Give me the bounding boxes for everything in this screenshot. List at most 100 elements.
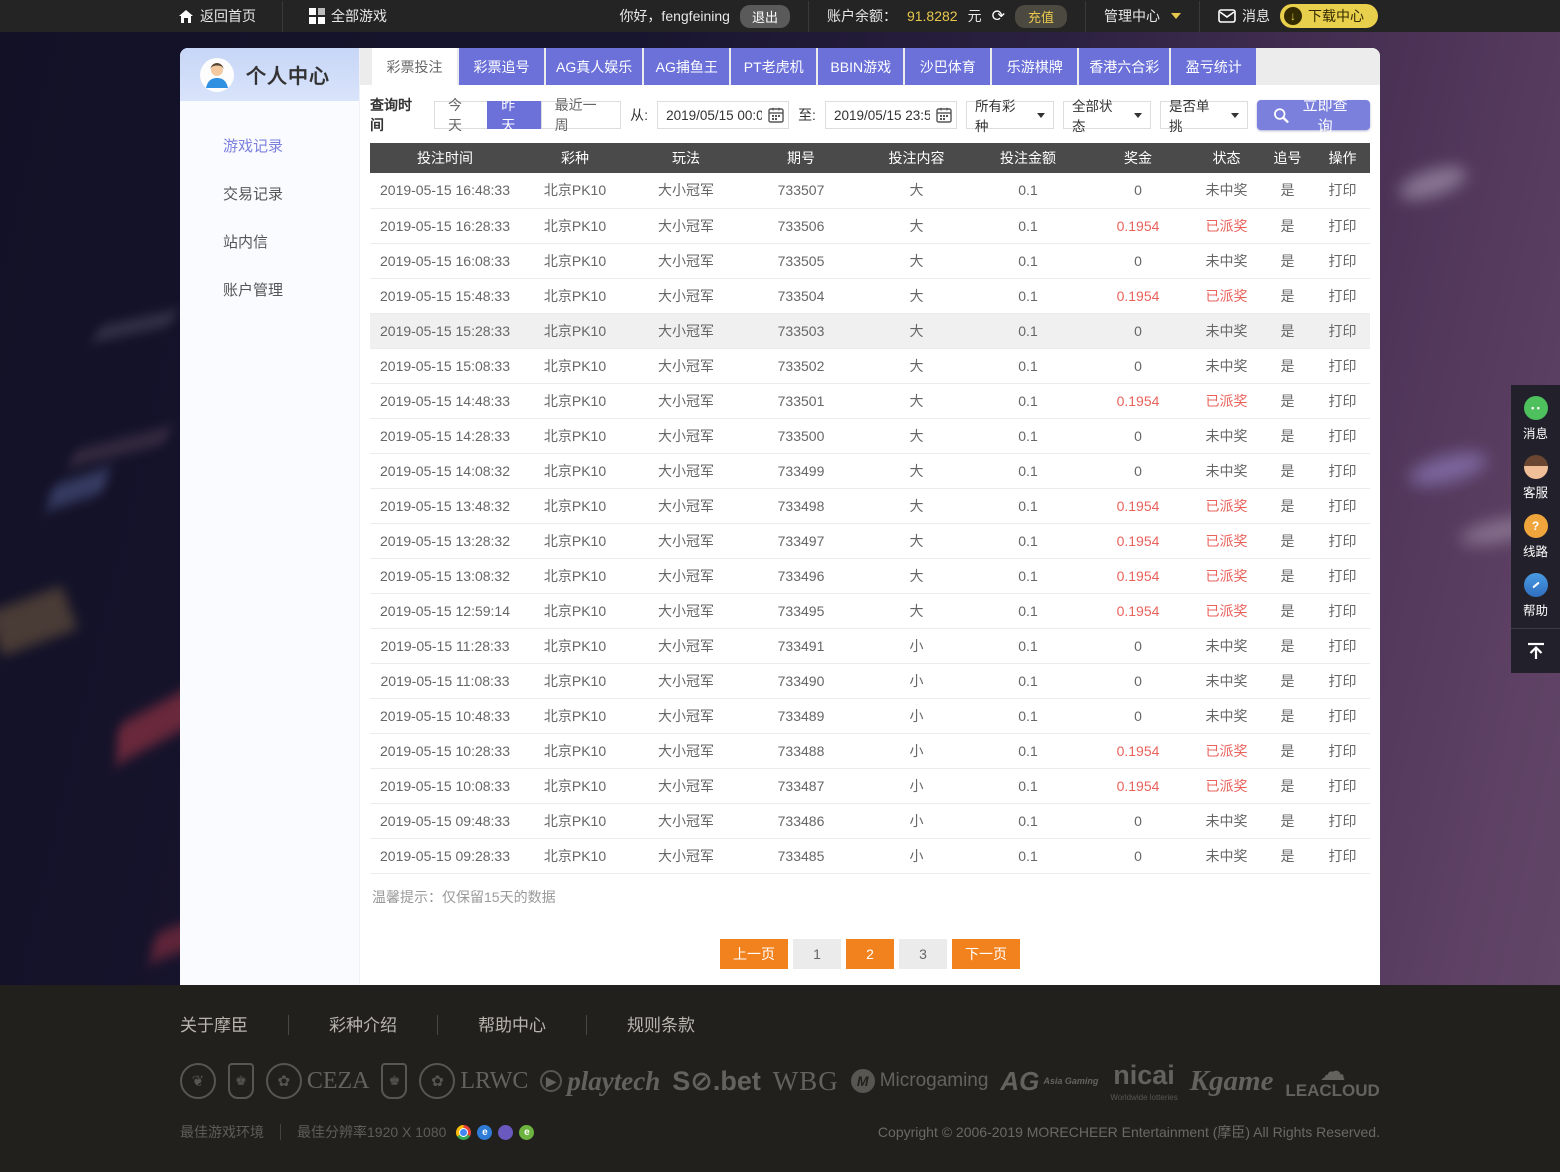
divider — [1199, 1, 1200, 32]
print-action[interactable]: 打印 — [1315, 453, 1370, 488]
bet-amount: 0.1 — [973, 768, 1083, 803]
print-action[interactable]: 打印 — [1315, 698, 1370, 733]
main-panel: 个人中心 游戏记录交易记录站内信账户管理 彩票投注彩票追号AG真人娱乐AG捕鱼王… — [180, 48, 1380, 985]
issue-number: 733498 — [742, 488, 860, 523]
table-row: 2019-05-15 16:28:33北京PK10大小冠军733506大0.10… — [370, 208, 1370, 243]
page-button-2[interactable]: 2 — [846, 939, 894, 969]
print-action[interactable]: 打印 — [1315, 383, 1370, 418]
quick-date-今天[interactable]: 今天 — [434, 101, 488, 129]
float-item-客服[interactable]: 客服 — [1511, 448, 1560, 507]
table-row: 2019-05-15 15:48:33北京PK10大小冠军733504大0.10… — [370, 278, 1370, 313]
tab-沙巴体育[interactable]: 沙巴体育 — [905, 48, 990, 85]
next-page-button[interactable]: 下一页 — [952, 939, 1020, 969]
print-action[interactable]: 打印 — [1315, 418, 1370, 453]
print-action[interactable]: 打印 — [1315, 313, 1370, 348]
print-action[interactable]: 打印 — [1315, 838, 1370, 873]
select-是否单挑[interactable]: 是否单挑 — [1160, 101, 1248, 129]
print-action[interactable]: 打印 — [1315, 558, 1370, 593]
sidebar-item-交易记录[interactable]: 交易记录 — [180, 171, 359, 219]
footer-link-规则条款[interactable]: 规则条款 — [627, 1011, 695, 1036]
bg-shape — [1396, 160, 1471, 206]
print-action[interactable]: 打印 — [1315, 733, 1370, 768]
sidebar-item-站内信[interactable]: 站内信 — [180, 219, 359, 267]
chase: 是 — [1260, 733, 1315, 768]
print-action[interactable]: 打印 — [1315, 768, 1370, 803]
quick-date-昨天[interactable]: 昨天 — [487, 101, 541, 129]
print-action[interactable]: 打印 — [1315, 173, 1370, 208]
print-action[interactable]: 打印 — [1315, 278, 1370, 313]
print-action[interactable]: 打印 — [1315, 523, 1370, 558]
back-to-top-button[interactable] — [1511, 628, 1560, 673]
select-全部状态[interactable]: 全部状态 — [1063, 101, 1151, 129]
select-所有彩种[interactable]: 所有彩种 — [966, 101, 1054, 129]
float-items: 消息客服?线路帮助 — [1511, 389, 1560, 625]
from-date-wrap — [657, 101, 789, 129]
footer-link-彩种介绍[interactable]: 彩种介绍 — [329, 1011, 397, 1036]
print-action[interactable]: 打印 — [1315, 243, 1370, 278]
messages-link[interactable]: 消息 — [1218, 6, 1270, 26]
status: 未中奖 — [1193, 663, 1260, 698]
print-action[interactable]: 打印 — [1315, 803, 1370, 838]
calendar-icon[interactable] — [768, 107, 784, 123]
table-row: 2019-05-15 14:08:32北京PK10大小冠军733499大0.10… — [370, 453, 1370, 488]
logout-button[interactable]: 退出 — [740, 5, 790, 28]
all-games-link[interactable]: 全部游戏 — [309, 6, 387, 26]
env-text: 最佳游戏环境 — [180, 1122, 264, 1142]
page-button-1[interactable]: 1 — [793, 939, 841, 969]
chase: 是 — [1260, 243, 1315, 278]
float-item-帮助[interactable]: 帮助 — [1511, 566, 1560, 625]
print-action[interactable]: 打印 — [1315, 208, 1370, 243]
lottery: 北京PK10 — [520, 628, 630, 663]
issue-number: 733507 — [742, 173, 860, 208]
divider — [282, 1, 283, 32]
print-action[interactable]: 打印 — [1315, 663, 1370, 698]
search-button[interactable]: 立即查询 — [1257, 100, 1370, 130]
query-toolbar: 查询时间 今天昨天最近一周 从: 至: 所有彩种全部状态是否单挑 立即查询 — [360, 85, 1380, 143]
calendar-icon[interactable] — [936, 107, 952, 123]
sidebar-item-游戏记录[interactable]: 游戏记录 — [180, 123, 359, 171]
footer-link-关于摩臣[interactable]: 关于摩臣 — [180, 1011, 248, 1036]
tab-PT老虎机[interactable]: PT老虎机 — [731, 48, 816, 85]
play-type: 大小冠军 — [630, 698, 742, 733]
print-action[interactable]: 打印 — [1315, 628, 1370, 663]
recharge-button[interactable]: 充值 — [1015, 5, 1067, 28]
sidebar-item-账户管理[interactable]: 账户管理 — [180, 267, 359, 315]
tab-盈亏统计[interactable]: 盈亏统计 — [1171, 48, 1256, 85]
lottery: 北京PK10 — [520, 453, 630, 488]
table-row: 2019-05-15 10:08:33北京PK10大小冠军733487小0.10… — [370, 768, 1370, 803]
tab-香港六合彩[interactable]: 香港六合彩 — [1079, 48, 1169, 85]
play-type: 大小冠军 — [630, 418, 742, 453]
float-item-消息[interactable]: 消息 — [1511, 389, 1560, 448]
quick-date-最近一周[interactable]: 最近一周 — [541, 101, 622, 129]
admin-center-menu[interactable]: 管理中心 — [1104, 6, 1181, 26]
prev-page-button[interactable]: 上一页 — [720, 939, 788, 969]
bet-amount: 0.1 — [973, 733, 1083, 768]
tab-BBIN游戏[interactable]: BBIN游戏 — [818, 48, 903, 85]
print-action[interactable]: 打印 — [1315, 348, 1370, 383]
tab-乐游棋牌[interactable]: 乐游棋牌 — [992, 48, 1077, 85]
bet-records-table: 投注时间彩种玩法期号投注内容投注金额奖金状态追号操作 2019-05-15 16… — [370, 143, 1370, 874]
footer-link-帮助中心[interactable]: 帮助中心 — [478, 1011, 546, 1036]
table-row: 2019-05-15 13:28:32北京PK10大小冠军733497大0.10… — [370, 523, 1370, 558]
lottery: 北京PK10 — [520, 768, 630, 803]
refresh-balance-icon[interactable]: ⟳ — [992, 6, 1005, 26]
play-type: 大小冠军 — [630, 383, 742, 418]
float-item-label: 消息 — [1523, 423, 1548, 442]
tab-彩票追号[interactable]: 彩票追号 — [459, 48, 544, 85]
bet-time: 2019-05-15 16:48:33 — [370, 173, 520, 208]
tab-AG捕鱼王[interactable]: AG捕鱼王 — [644, 48, 729, 85]
lottery: 北京PK10 — [520, 663, 630, 698]
print-action[interactable]: 打印 — [1315, 488, 1370, 523]
play-type: 大小冠军 — [630, 663, 742, 698]
tab-AG真人娱乐[interactable]: AG真人娱乐 — [546, 48, 642, 85]
print-action[interactable]: 打印 — [1315, 593, 1370, 628]
download-center-button[interactable]: ↓ 下载中心 — [1280, 4, 1378, 28]
float-item-线路[interactable]: ?线路 — [1511, 507, 1560, 566]
page-button-3[interactable]: 3 — [899, 939, 947, 969]
tab-彩票投注[interactable]: 彩票投注 — [372, 48, 457, 85]
issue-number: 733486 — [742, 803, 860, 838]
column-header-状态: 状态 — [1193, 143, 1260, 173]
back-home-link[interactable]: 返回首页 — [178, 6, 256, 26]
user-greeting: 你好，fengfeining — [619, 6, 730, 26]
chrome-browser-icon — [456, 1125, 471, 1140]
